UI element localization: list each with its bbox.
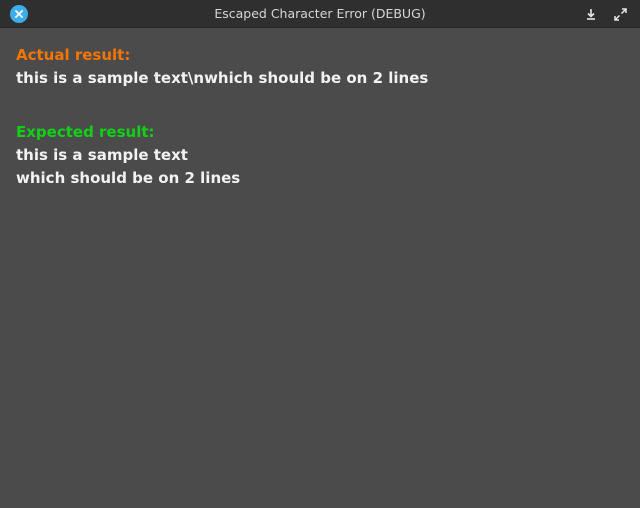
expected-result-line-2: which should be on 2 lines (16, 169, 241, 187)
window-title: Escaped Character Error (DEBUG) (214, 6, 426, 21)
maximize-icon (613, 7, 627, 21)
expected-result-label: Expected result: (16, 123, 155, 141)
actual-result-label: Actual result: (16, 46, 131, 64)
expected-result-line-1: this is a sample text (16, 146, 188, 164)
app-window: Escaped Character Error (DEBUG) Actual r… (0, 0, 640, 508)
title-bar[interactable]: Escaped Character Error (DEBUG) (0, 0, 640, 28)
minimize-button[interactable] (583, 6, 599, 22)
content-area: Actual result: this is a sample text\nwh… (16, 44, 624, 190)
maximize-button[interactable] (612, 6, 628, 22)
actual-result-text: this is a sample text\nwhich should be o… (16, 69, 429, 87)
minimize-icon (587, 9, 595, 20)
